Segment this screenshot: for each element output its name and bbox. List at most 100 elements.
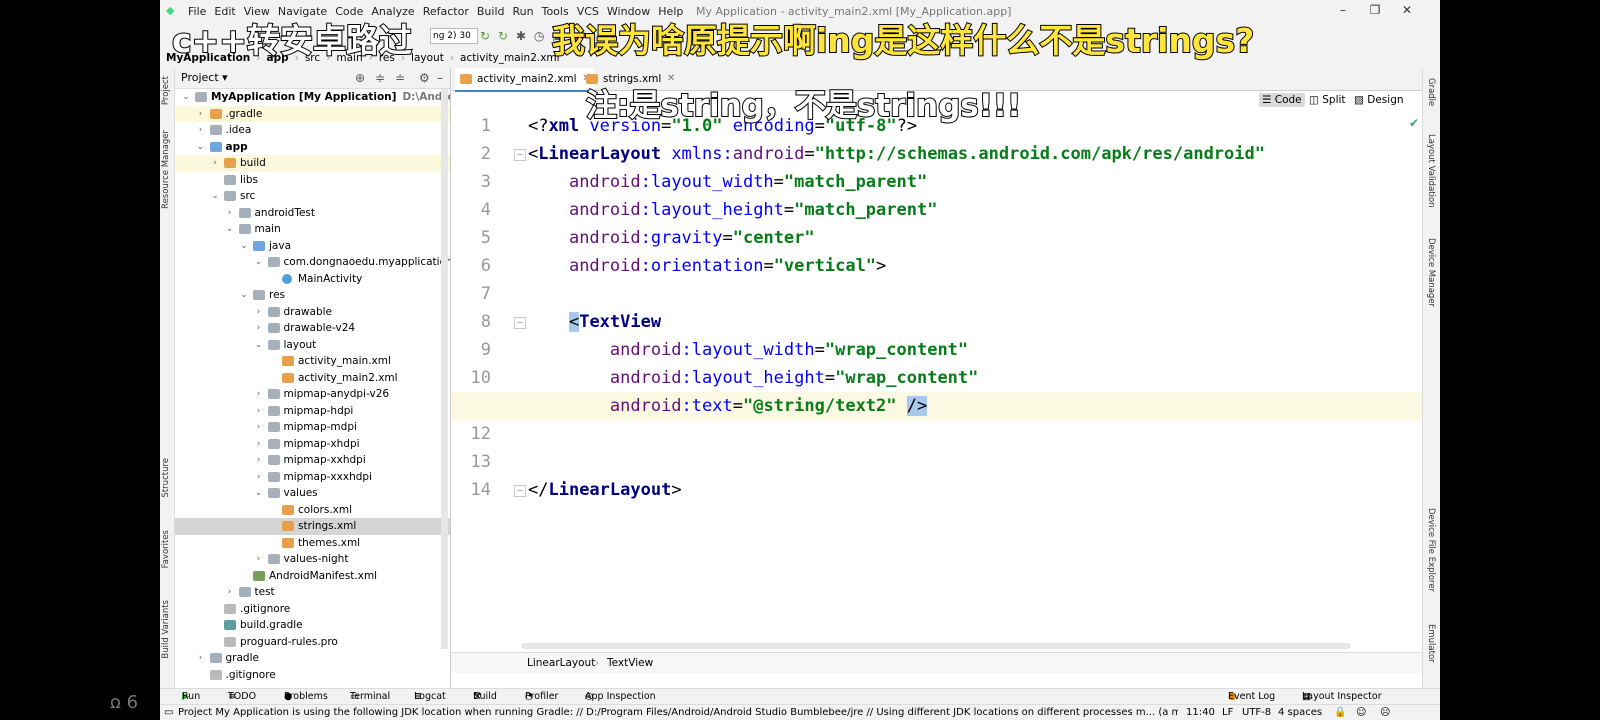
tree-item[interactable]: .gitignore: [175, 667, 450, 684]
code-line[interactable]: android:layout_height="wrap_content": [528, 364, 1418, 392]
tree-item[interactable]: › gradle: [175, 650, 450, 667]
menu-item-refactor[interactable]: Refactor: [423, 5, 469, 18]
tree-item[interactable]: › .gradle: [175, 105, 450, 123]
code-line[interactable]: android:text="@string/text2" />: [451, 392, 1440, 420]
file-encoding[interactable]: UTF-8: [1242, 705, 1271, 720]
chevron-down-icon[interactable]: ⌄: [181, 89, 191, 106]
code-mode-button[interactable]: ☰ Code: [1259, 93, 1305, 107]
chevron-right-icon[interactable]: ›: [225, 205, 235, 222]
tree-item[interactable]: ⌄ main: [175, 221, 450, 238]
breadcrumb-item[interactable]: layout: [411, 52, 444, 64]
code-line[interactable]: <TextView: [528, 308, 1418, 336]
line-separator[interactable]: LF: [1222, 705, 1233, 720]
tree-item[interactable]: › mipmap-mdpi: [175, 419, 450, 436]
code-line[interactable]: android:layout_width="wrap_content": [528, 336, 1418, 364]
sad-face-icon[interactable]: ☹: [1380, 705, 1390, 720]
code-line[interactable]: [528, 420, 1418, 448]
chevron-right-icon[interactable]: ›: [254, 452, 264, 469]
tree-item[interactable]: › mipmap-xxxhdpi: [175, 469, 450, 486]
chevron-down-icon[interactable]: ⌄: [239, 287, 249, 304]
device-manager-tab[interactable]: Device Manager: [1426, 238, 1436, 307]
run-config-select[interactable]: ng 2) 30: [430, 28, 478, 44]
gradle-tab[interactable]: Gradle: [1426, 78, 1436, 106]
tree-item[interactable]: › values-night: [175, 551, 450, 568]
gear-icon[interactable]: ⚙: [419, 68, 430, 88]
chevron-right-icon[interactable]: ›: [196, 650, 206, 667]
tree-item[interactable]: activity_main.xml: [175, 353, 450, 370]
chevron-right-icon[interactable]: ›: [196, 106, 206, 123]
code-line[interactable]: android:layout_width="match_parent": [528, 168, 1418, 196]
code-area[interactable]: <?xml version="1.0" encoding="utf-8"?> <L…: [451, 112, 1440, 652]
chevron-down-icon[interactable]: ⌄: [225, 221, 235, 238]
breadcrumb-linearlayout[interactable]: LinearLayout: [527, 653, 595, 673]
chevron-right-icon[interactable]: ›: [254, 551, 264, 568]
split-mode-button[interactable]: ◫ Split: [1309, 94, 1346, 106]
design-mode-button[interactable]: ▧ Design: [1354, 94, 1404, 106]
layout-validation-tab[interactable]: Layout Validation: [1426, 134, 1436, 208]
chevron-right-icon[interactable]: ›: [254, 386, 264, 403]
tree-item[interactable]: libs: [175, 172, 450, 189]
refresh-icon[interactable]: ↻: [480, 29, 490, 43]
code-line[interactable]: [528, 280, 1418, 308]
chevron-down-icon[interactable]: ⌄: [239, 238, 249, 255]
chevron-right-icon[interactable]: ›: [254, 436, 264, 453]
fold-icon[interactable]: −: [514, 317, 526, 329]
structure-tab[interactable]: Structure: [161, 458, 171, 498]
device-file-explorer-tab[interactable]: Device File Explorer: [1426, 508, 1436, 592]
fold-icon[interactable]: −: [514, 485, 526, 497]
tree-item[interactable]: ⌄ values: [175, 485, 450, 502]
emulator-tab[interactable]: Emulator: [1426, 624, 1436, 663]
tree-item[interactable]: ⌄ res: [175, 287, 450, 304]
locate-icon[interactable]: ⊕: [355, 68, 365, 88]
tree-item[interactable]: activity_main2.xml: [175, 370, 450, 387]
code-line[interactable]: android:layout_height="match_parent": [528, 196, 1418, 224]
tree-item[interactable]: › test: [175, 584, 450, 601]
chevron-right-icon[interactable]: ›: [254, 403, 264, 420]
tree-item[interactable]: ⌄ MyApplication [My Application]D:\Androi…: [175, 89, 450, 106]
tree-item[interactable]: ⌄ src: [175, 188, 450, 205]
close-icon[interactable]: ✕: [1394, 3, 1420, 17]
menu-item-run[interactable]: Run: [513, 5, 534, 18]
chevron-right-icon[interactable]: ›: [254, 304, 264, 321]
chevron-right-icon[interactable]: ›: [210, 155, 220, 172]
chevron-right-icon[interactable]: ›: [196, 122, 206, 139]
breadcrumb-textview[interactable]: TextView: [607, 653, 653, 673]
tree-item[interactable]: ⌄ com.dongnaoedu.myapplication: [175, 254, 450, 271]
caret-position[interactable]: 11:40: [1186, 705, 1215, 720]
smiley-icon[interactable]: ☺: [1356, 705, 1366, 720]
sync-icon[interactable]: ↻: [498, 29, 508, 43]
project-tool-tab[interactable]: Project: [161, 76, 171, 105]
tree-item[interactable]: AndroidManifest.xml: [175, 568, 450, 585]
project-view-select[interactable]: Project ▾: [181, 68, 228, 88]
tree-item[interactable]: ⌄ layout: [175, 337, 450, 354]
tree-item[interactable]: › build: [175, 155, 450, 172]
tree-item[interactable]: › mipmap-anydpi-v26: [175, 386, 450, 403]
maximize-icon[interactable]: ❐: [1362, 3, 1388, 17]
tree-item[interactable]: ⌄ java: [175, 238, 450, 255]
tree-item[interactable]: themes.xml: [175, 535, 450, 552]
chevron-right-icon[interactable]: ›: [254, 320, 264, 337]
minimize-icon[interactable]: –: [1330, 3, 1356, 17]
debug-icon[interactable]: ✱: [516, 29, 526, 43]
collapse-all-icon[interactable]: ≐: [395, 68, 405, 88]
tree-item[interactable]: › drawable: [175, 304, 450, 321]
menu-item-build[interactable]: Build: [477, 5, 505, 18]
chevron-down-icon[interactable]: ⌄: [254, 254, 264, 271]
chevron-down-icon[interactable]: ⌄: [210, 188, 220, 205]
tree-item[interactable]: .gitignore: [175, 601, 450, 618]
fold-icon[interactable]: −: [514, 149, 526, 161]
build-variants-tab[interactable]: Build Variants: [161, 600, 171, 659]
profile-icon[interactable]: ◷: [534, 29, 544, 43]
tree-item[interactable]: strings.xml: [175, 518, 450, 535]
tree-item[interactable]: › drawable-v24: [175, 320, 450, 337]
code-line[interactable]: android:gravity="center": [528, 224, 1418, 252]
project-scrollbar[interactable]: [441, 89, 448, 649]
lock-icon[interactable]: 🔒: [1334, 705, 1346, 720]
tree-item[interactable]: proguard-rules.pro: [175, 634, 450, 651]
tree-item[interactable]: MainActivity: [175, 271, 450, 288]
code-line[interactable]: </LinearLayout>: [528, 476, 1418, 504]
tree-item[interactable]: build.gradle: [175, 617, 450, 634]
editor-tab[interactable]: activity_main2.xml✕: [455, 68, 595, 92]
chevron-down-icon[interactable]: ⌄: [254, 485, 264, 502]
chevron-down-icon[interactable]: ⌄: [254, 337, 264, 354]
